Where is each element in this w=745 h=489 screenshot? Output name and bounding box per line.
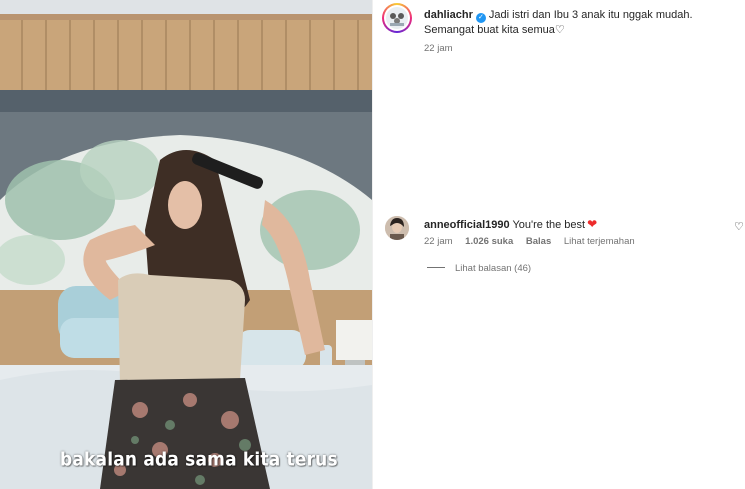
comment-username[interactable]: anneofficial1990	[424, 219, 510, 231]
comment-timestamp[interactable]: 22 jam	[424, 236, 453, 247]
video-caption-overlay: bakalan ada sama kita terus	[60, 448, 338, 472]
replies-divider-line	[427, 267, 445, 268]
reply-button[interactable]: Balas	[526, 236, 551, 247]
comment-text: You're the best	[512, 219, 586, 231]
comment-body: anneofficial1990 You're the best ❤	[424, 217, 742, 233]
comment-avatar-image	[385, 216, 409, 240]
see-translation-link[interactable]: Lihat terjemahan	[564, 236, 635, 247]
comment-meta: 22 jam 1.026 suka Balas Lihat terjemahan	[424, 236, 645, 247]
video-frame	[0, 0, 372, 489]
divider	[372, 0, 373, 489]
heart-outline-like-icon[interactable]: ♡	[734, 220, 744, 233]
post-timestamp[interactable]: 22 jam	[424, 43, 453, 54]
comment-likes[interactable]: 1.026 suka	[465, 236, 513, 247]
view-replies-label: Lihat balasan (46)	[455, 263, 532, 274]
comment-avatar[interactable]	[385, 216, 409, 240]
post-username[interactable]: dahliachr	[424, 9, 473, 21]
avatar-image	[386, 7, 408, 29]
post-media[interactable]: bakalan ada sama kita terus	[0, 0, 372, 489]
post-caption: dahliachr ✓ Jadi istri dan Ibu 3 anak itu …	[424, 8, 742, 38]
avatar[interactable]	[382, 3, 412, 33]
heart-outline-icon: ♡	[554, 24, 565, 36]
verified-badge-icon: ✓	[475, 13, 486, 23]
red-heart-icon: ❤	[587, 217, 598, 231]
view-replies-button[interactable]: Lihat balasan (46)	[427, 263, 531, 274]
